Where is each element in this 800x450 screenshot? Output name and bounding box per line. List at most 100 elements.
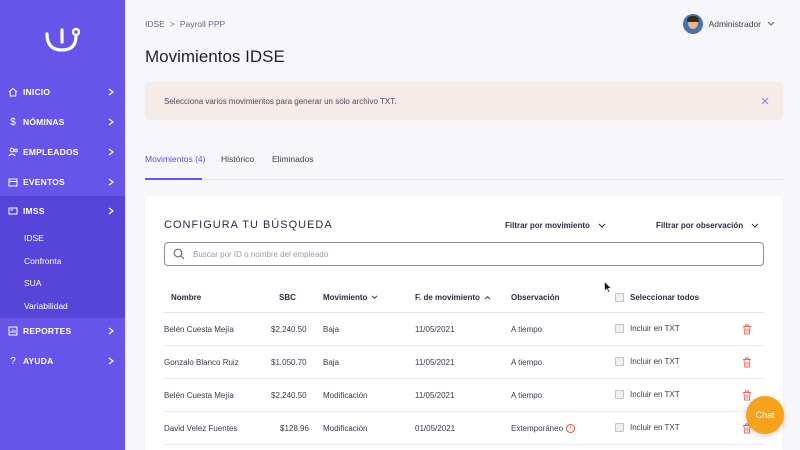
sidebar-item-eventos[interactable]: EVENTOS (0, 167, 125, 197)
chevron-down-icon (751, 223, 759, 228)
sidebar-item-label: EVENTOS (23, 177, 65, 187)
trash-icon[interactable] (742, 357, 752, 368)
include-txt-checkbox[interactable]: Incluir en TXT (615, 357, 680, 366)
home-icon (6, 85, 20, 99)
user-name: Administrador (708, 19, 761, 29)
filter-label: Filtrar por observación (656, 221, 744, 230)
dollar-icon: $ (10, 116, 16, 128)
cell-name: David Velez Fuentes (164, 424, 238, 433)
checkbox[interactable] (615, 357, 624, 366)
column-header-name: Nombre (171, 293, 202, 302)
table-row[interactable]: Belén Cuesta Mejía $2,240.50 Modificació… (164, 379, 764, 412)
sidebar-item-reportes[interactable]: REPORTES (0, 316, 125, 346)
search-icon (173, 248, 185, 260)
filter-label: Filtrar por movimiento (505, 221, 590, 230)
card-title: CONFIGURA TU BÚSQUEDA (164, 219, 333, 231)
calendar-icon (6, 175, 20, 189)
submenu-item-sua[interactable]: SUA (24, 278, 41, 288)
select-all-checkbox[interactable]: Seleccionar todos (615, 293, 699, 302)
column-header-movement[interactable]: Movimiento (323, 293, 378, 302)
chevron-down-icon (598, 223, 606, 228)
help-icon: ? (10, 355, 16, 367)
cell-name: Belén Cuesta Mejía (164, 391, 234, 400)
include-txt-checkbox[interactable]: Incluir en TXT (615, 324, 680, 333)
submenu-item-idse[interactable]: IDSE (24, 233, 44, 243)
tab-eliminados[interactable]: Eliminados (272, 154, 314, 180)
search-card: CONFIGURA TU BÚSQUEDA Filtrar por movimi… (145, 196, 783, 450)
cell-movement: Baja (323, 358, 340, 367)
sidebar-item-inicio[interactable]: INICIO (0, 77, 125, 107)
breadcrumb-item: Payroll PPP (179, 19, 226, 29)
cell-sbc: $1,050.70 (271, 358, 307, 367)
cell-sbc: $128.96 (280, 424, 309, 433)
column-header-observation: Observación (511, 293, 560, 302)
trash-icon[interactable] (742, 390, 752, 401)
sidebar-item-label: REPORTES (23, 326, 72, 336)
filter-movement-dropdown[interactable]: Filtrar por movimiento (505, 221, 606, 230)
info-alert: Selecciona varios movimientos para gener… (145, 82, 783, 120)
cell-date: 11/05/2021 (415, 325, 455, 334)
alert-text: Selecciona varios movimientos para gener… (164, 96, 397, 106)
chevron-up-icon (484, 296, 491, 300)
chat-button[interactable]: Chat (746, 396, 784, 434)
trash-icon[interactable] (742, 324, 752, 335)
sidebar-item-ayuda[interactable]: ? AYUDA (0, 346, 125, 376)
checkbox[interactable] (615, 423, 624, 432)
cell-movement: Baja (323, 325, 340, 334)
filter-observation-dropdown[interactable]: Filtrar por observación (656, 221, 759, 230)
cell-date: 11/05/2021 (415, 391, 455, 400)
chevron-right-icon (106, 326, 116, 336)
chevron-right-icon (106, 87, 116, 97)
avatar (682, 14, 703, 34)
tab-movimientos[interactable]: Movimientos (4) (145, 154, 205, 180)
tab-historico[interactable]: Histórico (221, 154, 254, 180)
table-row[interactable]: David Velez Fuentes $128.96 Modificación… (164, 412, 764, 445)
chevron-right-icon (106, 356, 116, 366)
sidebar: INICIO $ NÓMINAS EMPLEADOS EVENTOS IMSS … (0, 0, 125, 450)
sidebar-item-label: IMSS (23, 206, 45, 216)
search-input[interactable] (193, 249, 753, 259)
chevron-down-icon (372, 295, 378, 299)
table-row[interactable]: Belén Cuesta Mejía $2,240.50 Baja 11/05/… (164, 313, 764, 346)
column-header-date[interactable]: F. de movimiento (415, 293, 491, 302)
sidebar-item-imss[interactable]: IMSS (0, 196, 125, 226)
submenu-item-variabilidad[interactable]: Variabilidad (24, 301, 68, 311)
mouse-cursor-icon (604, 281, 612, 293)
breadcrumb-separator: > (169, 19, 175, 29)
card-icon (6, 204, 20, 218)
chevron-right-icon (106, 147, 116, 157)
submenu-item-confronta[interactable]: Confronta (24, 256, 61, 266)
cell-sbc: $2,240.50 (271, 325, 307, 334)
cell-movement: Modificación (323, 391, 368, 400)
sidebar-item-nominas[interactable]: $ NÓMINAS (0, 107, 125, 137)
sidebar-item-label: INICIO (23, 87, 51, 97)
checkbox[interactable] (615, 324, 624, 333)
sidebar-item-empleados[interactable]: EMPLEADOS (0, 137, 125, 167)
chevron-down-icon (767, 21, 775, 26)
chevron-right-icon (106, 206, 116, 216)
cell-date: 01/05/2021 (415, 424, 456, 433)
warning-icon[interactable]: ! (566, 424, 576, 434)
table-row[interactable]: Gonzalo Blanco Ruiz $1,050.70 Baja 11/05… (164, 346, 764, 379)
page-title: Movimientos IDSE (145, 47, 285, 66)
sidebar-item-label: NÓMINAS (23, 117, 65, 127)
column-header-sbc: SBC (279, 293, 296, 302)
chevron-right-icon (106, 177, 116, 187)
chevron-right-icon (106, 117, 116, 127)
select-all-label: Seleccionar todos (630, 293, 699, 302)
include-txt-checkbox[interactable]: Incluir en TXT (615, 423, 680, 432)
users-icon (6, 145, 20, 159)
cell-observation: Extemporáneo! (511, 424, 576, 434)
cell-date: 11/05/2021 (415, 358, 455, 367)
cell-movement: Modificación (323, 424, 368, 433)
cell-sbc: $2,240.50 (271, 391, 307, 400)
include-txt-checkbox[interactable]: Incluir en TXT (615, 390, 680, 399)
user-menu[interactable]: Administrador (682, 14, 775, 34)
cell-name: Gonzalo Blanco Ruiz (164, 358, 239, 367)
sidebar-item-label: AYUDA (23, 356, 54, 366)
close-icon[interactable] (759, 95, 771, 107)
checkbox[interactable] (615, 293, 624, 302)
breadcrumb-item[interactable]: IDSE (145, 19, 165, 29)
checkbox[interactable] (615, 390, 624, 399)
cell-name: Belén Cuesta Mejía (164, 325, 234, 334)
